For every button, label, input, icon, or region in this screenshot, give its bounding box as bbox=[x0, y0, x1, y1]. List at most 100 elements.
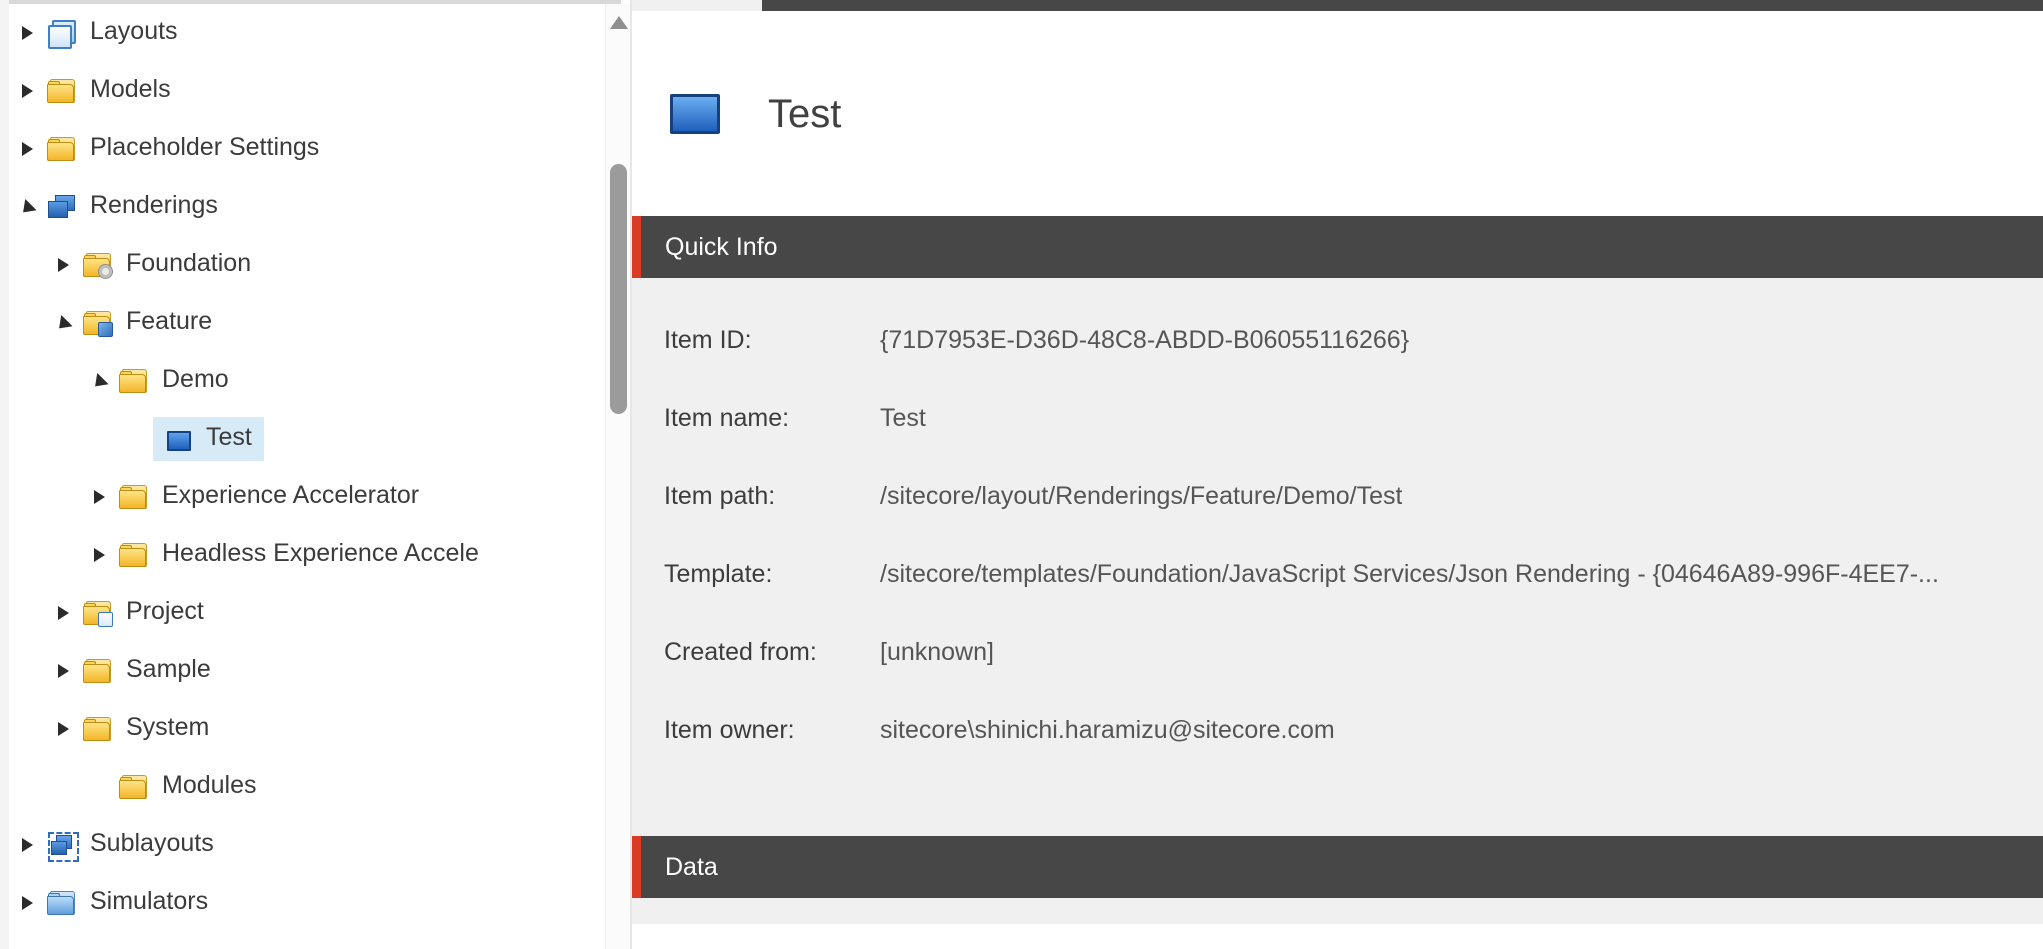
tree-item-label: Modules bbox=[162, 773, 257, 801]
quick-info-label: Item ID: bbox=[632, 326, 880, 355]
tree-item-layouts[interactable]: Layouts bbox=[9, 4, 609, 62]
tree-item-label: Simulators bbox=[90, 889, 208, 917]
folder-gear-icon bbox=[83, 253, 111, 277]
tree-item-icon bbox=[117, 540, 151, 570]
quick-info-row: Item ID:{71D7953E-D36D-48C8-ABDD-B060551… bbox=[632, 326, 2043, 404]
expand-arrow-icon[interactable] bbox=[9, 896, 45, 910]
folder-blue-icon bbox=[47, 891, 75, 915]
rendering-item-icon bbox=[670, 94, 720, 134]
tree-item-icon bbox=[45, 134, 79, 164]
tree-item-simulators[interactable]: Simulators bbox=[9, 874, 609, 932]
expand-arrow-icon[interactable] bbox=[81, 490, 117, 504]
main-content-pane: Test Quick Info Item ID:{71D7953E-D36D-4… bbox=[630, 0, 2043, 949]
folder-icon bbox=[47, 137, 75, 161]
expand-arrow-icon[interactable] bbox=[45, 258, 81, 272]
tree-item-renderings[interactable]: Renderings bbox=[9, 178, 609, 236]
tree-item-modules[interactable]: Modules bbox=[9, 758, 609, 816]
data-section-body bbox=[632, 898, 2043, 924]
tree-item-label: Placeholder Settings bbox=[90, 135, 319, 163]
tree-item-system[interactable]: System bbox=[9, 700, 609, 758]
folder-icon bbox=[119, 775, 147, 799]
ribbon-tab-rest bbox=[954, 0, 2043, 11]
tree-item-label: Test bbox=[206, 425, 252, 453]
collapse-arrow-icon[interactable] bbox=[9, 200, 45, 214]
quick-info-value: Test bbox=[880, 404, 926, 433]
expand-arrow-icon[interactable] bbox=[45, 722, 81, 736]
expand-arrow-icon[interactable] bbox=[9, 838, 45, 852]
collapse-arrow-icon[interactable] bbox=[81, 374, 117, 388]
tree-item-test[interactable]: Test bbox=[9, 410, 609, 468]
collapse-arrow-icon[interactable] bbox=[45, 316, 81, 330]
data-section: Data bbox=[632, 834, 2043, 924]
tree-item-demo[interactable]: Demo bbox=[9, 352, 609, 410]
tree-item-icon bbox=[117, 772, 151, 802]
section-title: Data bbox=[641, 855, 718, 880]
quick-info-label: Item owner: bbox=[632, 716, 880, 745]
rendering-item-icon bbox=[167, 431, 191, 451]
expand-arrow-icon[interactable] bbox=[81, 548, 117, 562]
tree-item-icon bbox=[81, 250, 115, 280]
expand-arrow-icon[interactable] bbox=[45, 664, 81, 678]
tree-item-icon bbox=[81, 308, 115, 338]
folder-icon bbox=[119, 369, 147, 393]
tree-item-models[interactable]: Models bbox=[9, 62, 609, 120]
expand-arrow-icon[interactable] bbox=[9, 26, 45, 40]
content-tree-scrollbar[interactable] bbox=[605, 4, 630, 949]
tree-item-icon bbox=[81, 656, 115, 686]
expand-arrow-icon[interactable] bbox=[9, 142, 45, 156]
tree-item-sample[interactable]: Sample bbox=[9, 642, 609, 700]
quick-info-label: Created from: bbox=[632, 638, 880, 667]
quick-info-row: Created from:[unknown] bbox=[632, 638, 2043, 716]
expand-arrow-icon[interactable] bbox=[45, 606, 81, 620]
tree-item-label: Feature bbox=[126, 309, 212, 337]
scrollbar-thumb[interactable] bbox=[610, 164, 627, 414]
content-tree-pane: Layouts Models Placeholder Settings Renderi… bbox=[0, 0, 630, 949]
content-tree-list: Layouts Models Placeholder Settings Renderi… bbox=[9, 4, 609, 932]
section-header-data[interactable]: Data bbox=[632, 836, 2043, 898]
section-title: Quick Info bbox=[641, 235, 778, 260]
tree-item-foundation[interactable]: Foundation bbox=[9, 236, 609, 294]
ribbon-tab-inactive-left[interactable] bbox=[632, 0, 762, 11]
scroll-up-arrow-icon[interactable] bbox=[610, 16, 628, 29]
quick-info-label: Item name: bbox=[632, 404, 880, 433]
tree-item-experience-accelerator[interactable]: Experience Accelerator bbox=[9, 468, 609, 526]
quick-info-value: /sitecore/layout/Renderings/Feature/Demo… bbox=[880, 482, 1402, 511]
quick-info-value: [unknown] bbox=[880, 638, 994, 667]
content-tree-scroll-area[interactable]: Layouts Models Placeholder Settings Renderi… bbox=[9, 0, 621, 949]
folder-icon bbox=[83, 659, 111, 683]
page-title: Test bbox=[768, 94, 841, 134]
tree-item-icon bbox=[45, 18, 79, 48]
tree-item-label: Models bbox=[90, 77, 171, 105]
tree-item-label: Renderings bbox=[90, 193, 218, 221]
layouts-icon bbox=[48, 20, 74, 46]
tree-item-label: System bbox=[126, 715, 209, 743]
ribbon-tab-strip[interactable] bbox=[632, 0, 2043, 11]
tree-item-project[interactable]: Project bbox=[9, 584, 609, 642]
tree-item-label: Sample bbox=[126, 657, 211, 685]
tree-item-feature[interactable]: Feature bbox=[9, 294, 609, 352]
tree-item-icon bbox=[45, 76, 79, 106]
section-header-quick-info[interactable]: Quick Info bbox=[632, 216, 2043, 278]
tree-item-label: Headless Experience Accele bbox=[162, 541, 479, 569]
quick-info-value: /sitecore/templates/Foundation/JavaScrip… bbox=[880, 560, 1939, 589]
folder-icon bbox=[83, 717, 111, 741]
sitecore-content-editor: Layouts Models Placeholder Settings Renderi… bbox=[0, 0, 2043, 949]
tree-item-selected[interactable]: Test bbox=[153, 417, 264, 461]
tree-item-label: Demo bbox=[162, 367, 229, 395]
tree-item-icon bbox=[161, 424, 195, 454]
quick-info-row: Item owner:sitecore\shinichi.haramizu@si… bbox=[632, 716, 2043, 794]
sublayouts-icon bbox=[48, 832, 79, 862]
item-header: Test bbox=[632, 11, 2043, 216]
folder-cubes-icon bbox=[83, 311, 111, 335]
tree-item-label: Project bbox=[126, 599, 204, 627]
quick-info-label: Template: bbox=[632, 560, 880, 589]
expand-arrow-icon[interactable] bbox=[9, 84, 45, 98]
tree-item-icon bbox=[81, 714, 115, 744]
tree-item-icon bbox=[117, 482, 151, 512]
tree-item-icon bbox=[117, 366, 151, 396]
tree-item-icon bbox=[45, 192, 79, 222]
tree-item-headless-experience-accele[interactable]: Headless Experience Accele bbox=[9, 526, 609, 584]
tree-item-placeholder-settings[interactable]: Placeholder Settings bbox=[9, 120, 609, 178]
ribbon-tab-active[interactable] bbox=[762, 0, 954, 11]
tree-item-sublayouts[interactable]: Sublayouts bbox=[9, 816, 609, 874]
